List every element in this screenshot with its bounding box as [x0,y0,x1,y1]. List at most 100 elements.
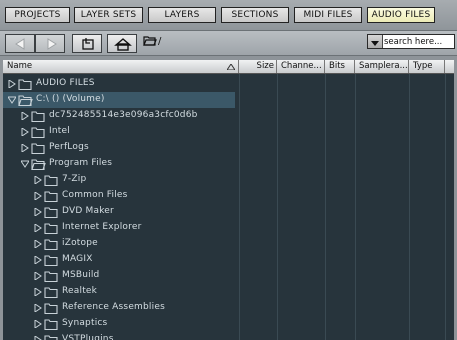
collapse-arrow-icon[interactable] [8,96,16,104]
folder-up-icon [82,38,94,50]
column-header-type[interactable]: Type [409,60,445,73]
folder-icon [31,111,45,122]
tree-row-label: 7-Zip [62,174,87,184]
collapse-arrow-icon[interactable] [21,160,29,168]
expand-arrow-icon[interactable] [34,224,42,232]
sort-ascending-icon [227,64,235,70]
expand-arrow-icon[interactable] [21,112,29,120]
tree-row[interactable]: Common Files [3,188,235,204]
tab-midi-files[interactable]: MIDI FILES [294,7,362,23]
expand-arrow-icon[interactable] [34,192,42,200]
tree-row[interactable]: Program Files [3,156,235,172]
column-divider [409,74,410,340]
expand-arrow-icon[interactable] [34,336,42,340]
folder-icon [44,239,58,250]
tree-row-label: Common Files [62,190,128,200]
folder-up-button[interactable] [72,34,102,53]
tree-row[interactable]: Synaptics [3,316,235,332]
tree-row[interactable]: VSTPlugins [3,332,235,340]
folder-icon [44,191,58,202]
tree-row[interactable]: 7-Zip [3,172,235,188]
tree-row-label: iZotope [62,238,98,248]
expand-arrow-icon[interactable] [34,304,42,312]
open-folder-icon [143,36,157,46]
folder-icon [44,207,58,218]
tree-row[interactable]: PerfLogs [3,140,235,156]
folder-icon [44,335,58,340]
tree-row[interactable]: MAGIX [3,252,235,268]
tree-row[interactable]: AUDIO FILES [3,76,235,92]
tree-row-label: MAGIX [62,254,93,264]
tree-row-label: Program Files [49,158,113,168]
folder-icon [44,287,58,298]
column-label: Name [7,61,33,71]
table-header: Name Size Channe... Bits Samplera... Typ… [3,60,454,74]
tree-row[interactable]: dc752485514e3e096a3cfc0d6b [3,108,235,124]
expand-arrow-icon[interactable] [34,256,42,264]
tree-row[interactable]: C:\ () (Volume) [3,92,235,108]
forward-arrow-icon [47,38,57,50]
tree-row-label: C:\ () (Volume) [36,94,105,104]
column-divider [445,74,446,340]
tree-row-label: VSTPlugins [62,334,114,340]
tab-sections[interactable]: SECTIONS [221,7,289,23]
search-input[interactable] [384,35,452,48]
expand-arrow-icon[interactable] [34,208,42,216]
tab-layer-sets[interactable]: LAYER SETS [74,7,143,23]
column-header-channels[interactable]: Channe... [277,60,325,73]
tree-row-label: Intel [49,126,70,136]
tree-row-label: MSBuild [62,270,100,280]
tree-row[interactable]: Realtek [3,284,235,300]
current-path: / [158,36,162,47]
column-divider [325,74,326,340]
expand-arrow-icon[interactable] [34,288,42,296]
tab-projects[interactable]: PROJECTS [5,7,70,23]
tab-audio-files[interactable]: AUDIO FILES [367,7,435,23]
column-header-filler [445,60,454,73]
tree-row-label: PerfLogs [49,142,89,152]
column-header-samplerate[interactable]: Samplera... [355,60,409,73]
column-header-name[interactable]: Name [3,60,239,73]
tree-row-label: Synaptics [62,318,108,328]
column-divider [239,74,240,340]
expand-arrow-icon[interactable] [34,176,42,184]
tree-row-label: DVD Maker [62,206,114,216]
expand-arrow-icon[interactable] [21,128,29,136]
home-icon [114,38,132,51]
expand-arrow-icon[interactable] [34,240,42,248]
tree-row-label: Realtek [62,286,98,296]
browser-tab-bar: PROJECTS LAYER SETS LAYERS SECTIONS MIDI… [0,0,457,30]
back-button[interactable] [5,34,35,53]
home-button[interactable] [107,34,137,53]
tree-row-label: Reference Assemblies [62,302,165,312]
folder-icon [44,255,58,266]
folder-icon [44,175,58,186]
folder-icon [31,143,45,154]
tab-layers[interactable]: LAYERS [148,7,216,23]
tree-row[interactable]: Reference Assemblies [3,300,235,316]
tree-row-label: dc752485514e3e096a3cfc0d6b [49,110,198,120]
column-divider [277,74,278,340]
column-header-size[interactable]: Size [239,60,277,73]
tree-row-label: AUDIO FILES [36,78,95,88]
column-divider [355,74,356,340]
search-dropdown-button[interactable] [368,35,383,48]
forward-button[interactable] [35,34,65,53]
chevron-down-icon [371,41,379,46]
open-folder-icon [31,159,46,170]
expand-arrow-icon[interactable] [8,80,16,88]
tree-row[interactable]: Intel [3,124,235,140]
column-header-bits[interactable]: Bits [325,60,355,73]
expand-arrow-icon[interactable] [21,144,29,152]
folder-icon [44,319,58,330]
folder-icon [44,223,58,234]
expand-arrow-icon[interactable] [34,320,42,328]
expand-arrow-icon[interactable] [34,272,42,280]
folder-icon [44,271,58,282]
tree-row[interactable]: MSBuild [3,268,235,284]
folder-icon [44,303,58,314]
tree-row[interactable]: DVD Maker [3,204,235,220]
tree-row[interactable]: iZotope [3,236,235,252]
tree-row[interactable]: Internet Explorer [3,220,235,236]
folder-icon [31,127,45,138]
